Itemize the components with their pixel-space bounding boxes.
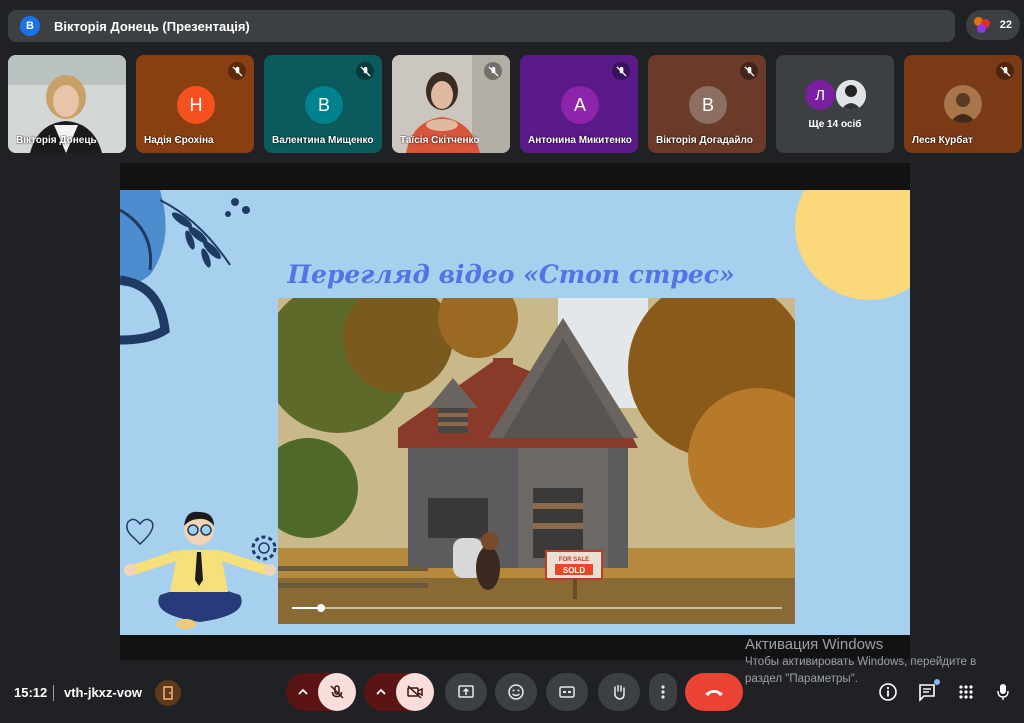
video-progress-bar[interactable] — [292, 604, 782, 612]
sign-label-for-sale: FOR SALE — [559, 557, 589, 563]
sign-label-sold: SOLD — [563, 566, 585, 575]
chevron-up-icon — [298, 688, 308, 695]
hang-up-icon — [705, 690, 723, 696]
meeting-time: 15:12 — [14, 685, 48, 700]
mic-off-icon — [228, 62, 246, 80]
more-vert-icon — [661, 685, 665, 699]
participant-tile[interactable]: В Вікторія Догадайло — [648, 55, 766, 153]
participant-tile[interactable]: В Валентина Мищенко — [264, 55, 382, 153]
mic-off-icon — [484, 62, 502, 80]
divider — [53, 685, 54, 701]
participant-photo-avatar — [836, 80, 866, 110]
participant-avatar: В — [305, 86, 343, 124]
presentation-header: В Вікторія Донець (Презентація) — [8, 10, 955, 42]
chat-unread-badge — [934, 679, 940, 685]
participant-name: Надія Єрохіна — [144, 135, 214, 146]
participant-name: Вікторія Донець — [16, 135, 97, 146]
mic-off-icon — [356, 62, 374, 80]
participant-tile[interactable]: Леся Курбат — [904, 55, 1022, 153]
chevron-up-icon — [376, 688, 386, 695]
presentation-title: Вікторія Донець (Презентація) — [54, 18, 250, 34]
video-frame: FOR SALE SOLD — [278, 298, 795, 624]
mic-off-icon — [996, 62, 1014, 80]
mic-off-icon — [330, 685, 344, 699]
more-options-button[interactable] — [649, 673, 677, 711]
participant-photo-avatar — [944, 85, 982, 123]
participant-tile[interactable]: Вікторія Донець — [8, 55, 126, 153]
mic-off-icon — [612, 62, 630, 80]
people-avatars-icon — [974, 17, 990, 33]
apps-grid-icon — [959, 685, 973, 699]
more-participants-tile[interactable]: Л Ще 14 осіб — [776, 55, 894, 153]
presenter-avatar: В — [20, 16, 40, 36]
door-icon — [163, 686, 173, 700]
mic-icon — [997, 684, 1009, 700]
microphone-control — [286, 673, 356, 711]
participant-name: Вікторія Догадайло — [656, 135, 753, 146]
mic-off-icon — [740, 62, 758, 80]
participant-avatar: Л — [805, 80, 835, 110]
camera-toggle-button[interactable] — [396, 673, 434, 711]
embedded-video[interactable]: FOR SALE SOLD — [278, 298, 795, 624]
present-screen-button[interactable] — [445, 673, 487, 711]
participant-tile[interactable]: Таїсія Скітченко — [392, 55, 510, 153]
host-mic-button[interactable] — [990, 679, 1016, 705]
people-count: 22 — [999, 19, 1012, 31]
reactions-button[interactable] — [495, 673, 537, 711]
captions-icon — [559, 686, 575, 698]
participant-name: Валентина Мищенко — [272, 135, 374, 146]
microphone-toggle-button[interactable] — [318, 673, 356, 711]
camera-control — [364, 673, 434, 711]
people-button[interactable]: 22 — [966, 10, 1020, 40]
slide-title: Перегляд відео «Стоп стрес» — [287, 260, 735, 289]
participant-strip: Вікторія Донець Н Надія Єрохіна В Валент… — [8, 55, 1022, 153]
info-icon — [879, 683, 897, 701]
participant-avatar: В — [689, 86, 727, 124]
presentation-slide: Перегляд відео «Стоп стрес» FOR SALE SOL… — [120, 190, 910, 635]
participant-name: Таїсія Скітченко — [400, 135, 480, 146]
chat-button[interactable] — [914, 679, 940, 705]
more-participants-label: Ще 14 осіб — [808, 119, 862, 130]
captions-button[interactable] — [546, 673, 588, 711]
meeting-code: vth-jkxz-vow — [64, 685, 143, 700]
audio-options-button[interactable] — [286, 673, 320, 711]
present-icon — [458, 685, 474, 698]
meeting-controls-bar: 15:12 vth-jkxz-vow — [0, 668, 1024, 723]
watermark-title: Активация Windows — [745, 636, 884, 653]
chat-icon — [919, 684, 935, 702]
camera-off-icon — [407, 685, 423, 699]
video-options-button[interactable] — [364, 673, 398, 711]
leave-call-button[interactable] — [685, 673, 743, 711]
raise-hand-button[interactable] — [598, 673, 640, 711]
participant-tile[interactable]: А Антонина Микитенко — [520, 55, 638, 153]
participant-tile[interactable]: Н Надія Єрохіна — [136, 55, 254, 153]
activities-button[interactable] — [953, 679, 979, 705]
meditating-person-illustration — [124, 511, 277, 629]
meeting-details-button[interactable] — [875, 679, 901, 705]
participant-avatar: А — [561, 86, 599, 124]
participant-avatar: Н — [177, 86, 215, 124]
participant-name: Антонина Микитенко — [528, 135, 632, 146]
hand-icon — [614, 684, 625, 700]
emoji-icon — [508, 684, 524, 700]
host-controls-button[interactable] — [155, 680, 181, 706]
participant-name: Леся Курбат — [912, 135, 973, 146]
